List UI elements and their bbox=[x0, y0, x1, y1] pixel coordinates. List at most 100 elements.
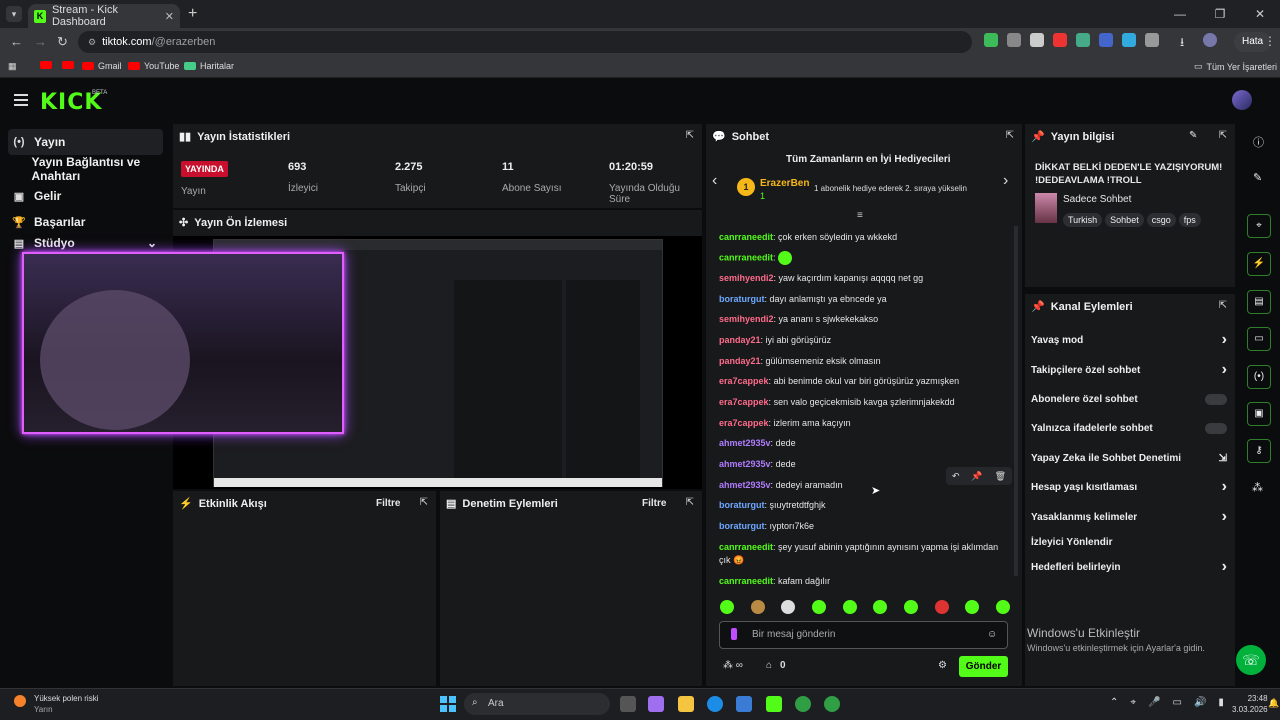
toggle-switch[interactable] bbox=[1205, 422, 1227, 434]
channel-action-item[interactable]: Yalnızca ifadelerle sohbet bbox=[1031, 419, 1227, 437]
emote-icon[interactable] bbox=[842, 600, 857, 614]
mic-icon[interactable]: 🎤 bbox=[1148, 697, 1160, 708]
extension-green-icon[interactable] bbox=[1076, 33, 1090, 47]
rail-bolt-icon[interactable]: ⚡ bbox=[1247, 252, 1271, 276]
emote-icon[interactable] bbox=[781, 600, 796, 614]
network-icon[interactable]: ▭ bbox=[1172, 697, 1181, 708]
new-tab-icon[interactable]: + bbox=[188, 5, 197, 23]
kick-app-icon[interactable] bbox=[766, 696, 782, 712]
channel-action-item[interactable]: Hedefleri belirleyin › bbox=[1031, 558, 1227, 576]
emote-icon[interactable] bbox=[903, 600, 918, 614]
moderation-filter-button[interactable]: Filtre bbox=[642, 498, 666, 509]
channel-action-item[interactable]: Yasaklanmış kelimeler › bbox=[1031, 508, 1227, 526]
browser-tab[interactable]: K Stream - Kick Dashboard ✕ bbox=[28, 4, 180, 28]
clock[interactable]: 23:48 3.03.2026 bbox=[1232, 693, 1268, 715]
sidebar-item-income[interactable]: ▣ Gelir bbox=[8, 183, 163, 209]
chat-username[interactable]: ahmet2935v bbox=[719, 438, 771, 448]
extension-red-icon[interactable] bbox=[1053, 33, 1067, 47]
file-explorer-icon[interactable] bbox=[678, 696, 694, 712]
info-icon[interactable]: ⓘ bbox=[1253, 134, 1264, 150]
channel-action-item[interactable]: Takipçilere özel sohbet › bbox=[1031, 361, 1227, 379]
task-view-icon[interactable] bbox=[620, 696, 636, 712]
chat-username[interactable]: ahmet2935v bbox=[719, 459, 771, 469]
channel-action-item[interactable]: Abonelere özel sohbet bbox=[1031, 390, 1227, 408]
chat-username[interactable]: canrraneedit bbox=[719, 542, 773, 552]
delete-icon[interactable]: 🗑 bbox=[995, 467, 1006, 485]
chat-input[interactable]: Bir mesaj gönderin bbox=[719, 621, 1008, 649]
chat-username[interactable]: era7cappek bbox=[719, 376, 769, 386]
emote-icon[interactable] bbox=[811, 600, 826, 614]
address-bar[interactable]: ⚙ tiktok.com /@erazerben bbox=[78, 31, 972, 53]
sidebar-item-achievements[interactable]: 🏆 Başarılar bbox=[8, 209, 163, 235]
chat-username[interactable]: semihyendi2 bbox=[719, 314, 774, 324]
maximize-icon[interactable]: ❐ bbox=[1200, 0, 1240, 28]
channel-action-item[interactable]: Yapay Zeka ile Sohbet Denetimi ⇲ bbox=[1031, 449, 1227, 467]
volume-icon[interactable]: 🔊 bbox=[1194, 697, 1206, 708]
sidebar-item-studio[interactable]: ▤ Stüdyo ⌄ bbox=[8, 236, 163, 250]
back-icon[interactable]: ← bbox=[10, 34, 23, 49]
popout-icon[interactable]: ⇱ bbox=[1219, 300, 1227, 311]
close-window-icon[interactable]: ✕ bbox=[1240, 0, 1280, 28]
category-name[interactable]: Sadece Sohbet bbox=[1063, 194, 1131, 205]
channel-action-item[interactable]: Hesap yaşı kısıtlaması › bbox=[1031, 478, 1227, 496]
chat-settings-icon[interactable]: ⚙ bbox=[938, 660, 947, 671]
expand-icon[interactable]: ≡ bbox=[857, 210, 863, 221]
store-icon[interactable] bbox=[736, 696, 752, 712]
chevron-right-icon[interactable]: › bbox=[1003, 172, 1008, 190]
bookmark-youtube[interactable]: YouTube bbox=[128, 61, 179, 71]
gifter-name[interactable]: ErazerBen bbox=[760, 178, 809, 189]
chevron-left-icon[interactable]: ‹ bbox=[712, 172, 717, 190]
chrome-profile-icon[interactable] bbox=[824, 696, 840, 712]
toggle-switch[interactable] bbox=[1205, 393, 1227, 405]
taskbar-search[interactable]: Ara bbox=[464, 693, 610, 715]
pencil-icon[interactable]: ✎ bbox=[1253, 171, 1262, 184]
apps-grid-icon[interactable]: ▦ bbox=[8, 61, 17, 72]
help-chat-icon[interactable]: ☏ bbox=[1236, 645, 1266, 675]
emote-icon[interactable] bbox=[720, 600, 734, 614]
chat-scrollbar[interactable] bbox=[1014, 226, 1018, 576]
menu-icon[interactable] bbox=[14, 94, 28, 106]
profile-avatar-icon[interactable] bbox=[1203, 33, 1217, 47]
browser-menu-icon[interactable]: ⋮ bbox=[1264, 34, 1276, 48]
sidebar-item-stream[interactable]: (•) Yayın bbox=[8, 129, 163, 155]
channel-action-item[interactable]: Yavaş mod › bbox=[1031, 331, 1227, 349]
emote-icon[interactable] bbox=[873, 600, 888, 614]
activity-filter-button[interactable]: Filtre bbox=[376, 498, 400, 509]
bookmark-youtube-2[interactable] bbox=[62, 61, 74, 69]
extension-bolt-icon[interactable] bbox=[1030, 33, 1044, 47]
extension-blue-icon[interactable] bbox=[1099, 33, 1113, 47]
popout-icon[interactable]: ⇱ bbox=[686, 130, 694, 141]
tray-chevron-icon[interactable]: ⌃ bbox=[1110, 697, 1118, 708]
extensions-puzzle-icon[interactable] bbox=[1145, 33, 1159, 47]
bookmark-maps[interactable]: Haritalar bbox=[184, 61, 234, 71]
points-infinity-icon[interactable]: ⁂ ∞ bbox=[723, 660, 743, 671]
chat-username[interactable]: boraturgut bbox=[719, 521, 765, 531]
sidebar-item-stream-key[interactable]: Yayın Bağlantısı ve Anahtarı bbox=[8, 155, 163, 183]
chat-username[interactable]: boraturgut bbox=[719, 294, 765, 304]
start-icon[interactable] bbox=[440, 696, 456, 712]
send-button[interactable]: Gönder bbox=[959, 656, 1008, 677]
chat-username[interactable]: semihyendi2 bbox=[719, 273, 774, 283]
tab-search-icon[interactable]: ▾ bbox=[6, 6, 22, 22]
chat-username[interactable]: panday21 bbox=[719, 335, 761, 345]
rail-broadcast-icon[interactable]: (•) bbox=[1247, 365, 1271, 389]
all-bookmarks[interactable]: ▭ Tüm Yer İşaretleri bbox=[1194, 61, 1277, 72]
popout-icon[interactable]: ⇱ bbox=[686, 497, 694, 508]
chat-username[interactable]: ahmet2935v bbox=[719, 480, 771, 490]
site-info-icon[interactable]: ⚙ bbox=[88, 37, 96, 48]
extension-cyan-icon[interactable] bbox=[1122, 33, 1136, 47]
popout-icon[interactable]: ⇱ bbox=[1219, 130, 1227, 141]
emote-icon[interactable] bbox=[995, 600, 1010, 614]
copilot-icon[interactable] bbox=[648, 696, 664, 712]
bookmark-youtube-1[interactable] bbox=[40, 61, 52, 69]
weather-widget[interactable]: Yüksek polen riski Yarın bbox=[14, 693, 98, 715]
chat-username[interactable]: canrraneedit bbox=[719, 232, 773, 242]
emote-icon[interactable] bbox=[965, 600, 980, 614]
download-icon[interactable]: ⭳ bbox=[1180, 33, 1194, 49]
channel-action-item[interactable]: İzleyici Yönlendir bbox=[1031, 533, 1227, 551]
edit-icon[interactable]: ✎ bbox=[1189, 130, 1197, 141]
reload-icon[interactable]: ↻ bbox=[57, 34, 68, 50]
emote-icon[interactable] bbox=[934, 600, 949, 614]
rail-chat-icon[interactable]: ▭ bbox=[1247, 327, 1271, 351]
close-tab-icon[interactable]: ✕ bbox=[165, 10, 174, 23]
